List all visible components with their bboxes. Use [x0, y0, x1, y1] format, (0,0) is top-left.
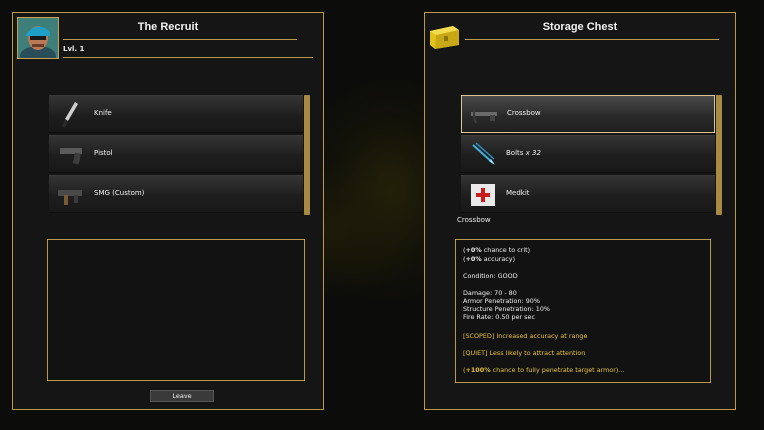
recruit-panel-title: The Recruit	[137, 21, 199, 33]
storage-scrollbar[interactable]	[716, 95, 722, 215]
inventory-slot-pistol[interactable]: Pistol	[49, 135, 303, 173]
inventory-slot-knife[interactable]: Knife	[49, 95, 303, 133]
item-quantity: x 32	[525, 149, 541, 157]
stat-fire-rate: Fire Rate: 0.50 per sec	[463, 313, 535, 321]
storage-panel: Storage Chest Crossbow Bolts x 32 Medkit…	[424, 12, 736, 410]
storage-item-label: Medkit	[506, 189, 530, 197]
recruit-inventory-list: Knife Pistol SMG (Custom)	[49, 95, 310, 215]
level-underline	[63, 57, 313, 58]
title-underline	[63, 39, 297, 40]
storage-panel-title: Storage Chest	[542, 21, 618, 33]
recruit-level: Lvl. 1	[63, 45, 85, 53]
storage-item-label: Bolts x 32	[506, 149, 541, 157]
recruit-description-box	[47, 239, 305, 381]
smg-icon	[55, 179, 87, 211]
knife-icon	[55, 99, 87, 131]
inventory-scrollbar[interactable]	[304, 95, 310, 215]
stat-armor-penetration: Armor Penetration: 90%	[463, 297, 540, 305]
inventory-item-label: Knife	[94, 109, 112, 117]
title-underline	[465, 39, 719, 40]
medkit-icon	[467, 179, 499, 211]
storage-slot-medkit[interactable]: Medkit	[461, 175, 715, 213]
selected-item-name: Crossbow	[457, 216, 491, 224]
trait-quiet: [QUIET] Less likely to attract attention	[463, 349, 586, 357]
bolts-icon	[467, 139, 499, 171]
inventory-item-label: SMG (Custom)	[94, 189, 145, 197]
storage-item-label: Crossbow	[507, 109, 541, 117]
stat-structure-penetration: Structure Penetration: 10%	[463, 305, 550, 313]
recruit-panel: The Recruit Lvl. 1 Knife Pistol SMG (Cus…	[12, 12, 324, 410]
leave-button[interactable]: Leave	[150, 390, 214, 402]
crossbow-icon	[468, 99, 500, 131]
storage-item-list: Crossbow Bolts x 32 Medkit	[461, 95, 722, 215]
stat-crit: (+0% chance to crit)	[463, 246, 531, 254]
inventory-item-label: Pistol	[94, 149, 113, 157]
inventory-slot-smg[interactable]: SMG (Custom)	[49, 175, 303, 213]
stat-condition: Condition: GOOD	[463, 272, 518, 280]
stat-damage: Damage: 70 - 80	[463, 289, 517, 297]
storage-slot-crossbow[interactable]: Crossbow	[461, 95, 715, 133]
stat-accuracy: (+0% accuracy)	[463, 255, 516, 263]
trait-scoped: [SCOPED] Increased accuracy at range	[463, 332, 588, 340]
trait-penetrate: (+100% chance to fully penetrate target …	[463, 366, 625, 374]
pistol-icon	[55, 139, 87, 171]
storage-slot-bolts[interactable]: Bolts x 32	[461, 135, 715, 173]
